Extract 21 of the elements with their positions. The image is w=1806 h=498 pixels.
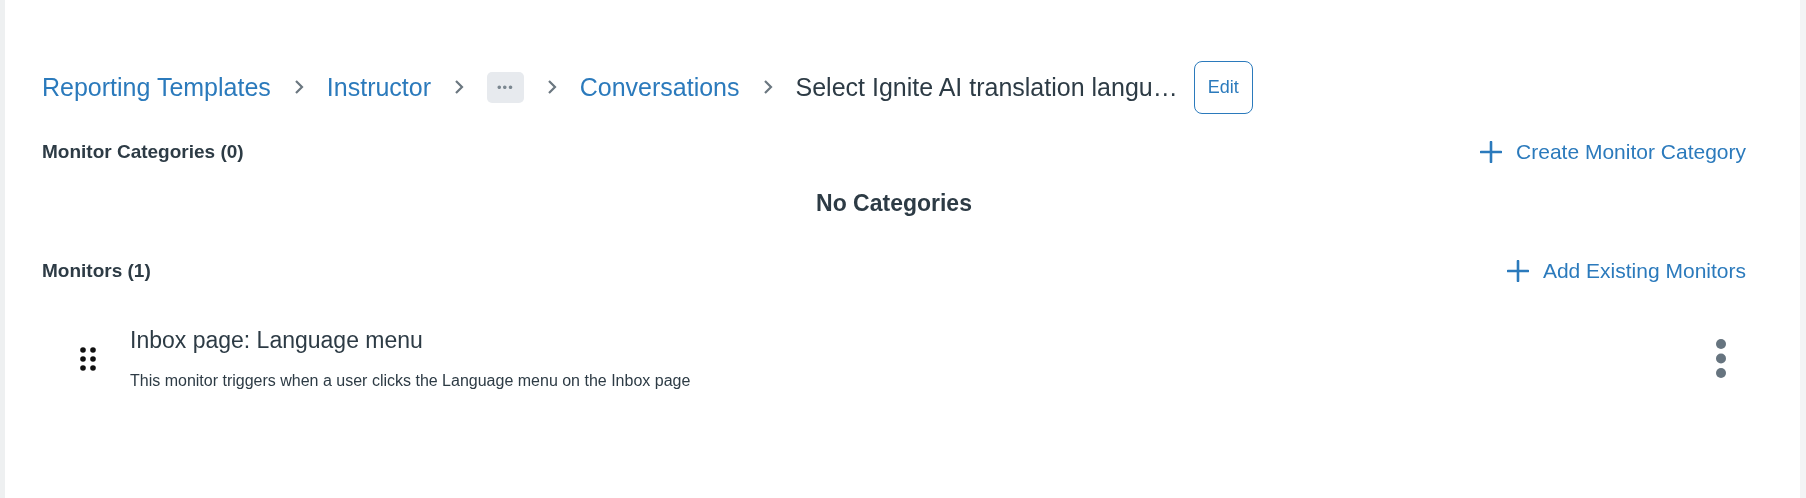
chevron-right-icon: [761, 79, 774, 95]
breadcrumb-current: Select Ignite AI translation langu…: [795, 72, 1178, 102]
create-category-button[interactable]: Create Monitor Category: [1480, 140, 1746, 164]
monitor-description: This monitor triggers when a user clicks the Language menu on the Inbox page: [130, 372, 692, 390]
breadcrumb-link[interactable]: Instructor: [326, 72, 432, 102]
empty-message: No Categories: [815, 190, 973, 217]
plus-icon: [1506, 260, 1529, 282]
breadcrumb-overflow-button[interactable]: •••: [487, 71, 524, 103]
monitor-title: Inbox page: Language menu: [130, 327, 424, 354]
more-options-icon[interactable]: [1715, 338, 1727, 379]
add-monitors-button[interactable]: Add Existing Monitors: [1506, 259, 1746, 283]
chevron-right-icon: [545, 79, 558, 95]
edit-button[interactable]: Edit: [1193, 60, 1253, 114]
drag-handle-icon[interactable]: [80, 346, 96, 371]
chevron-right-icon: [453, 79, 466, 95]
plus-icon: [1480, 141, 1503, 163]
section-heading: Monitors (1): [42, 260, 151, 282]
chevron-right-icon: [292, 79, 305, 95]
section-heading: Monitor Categories (0): [42, 141, 244, 163]
breadcrumb-link[interactable]: Conversations: [579, 72, 740, 102]
breadcrumb-link[interactable]: Reporting Templates: [42, 72, 271, 102]
